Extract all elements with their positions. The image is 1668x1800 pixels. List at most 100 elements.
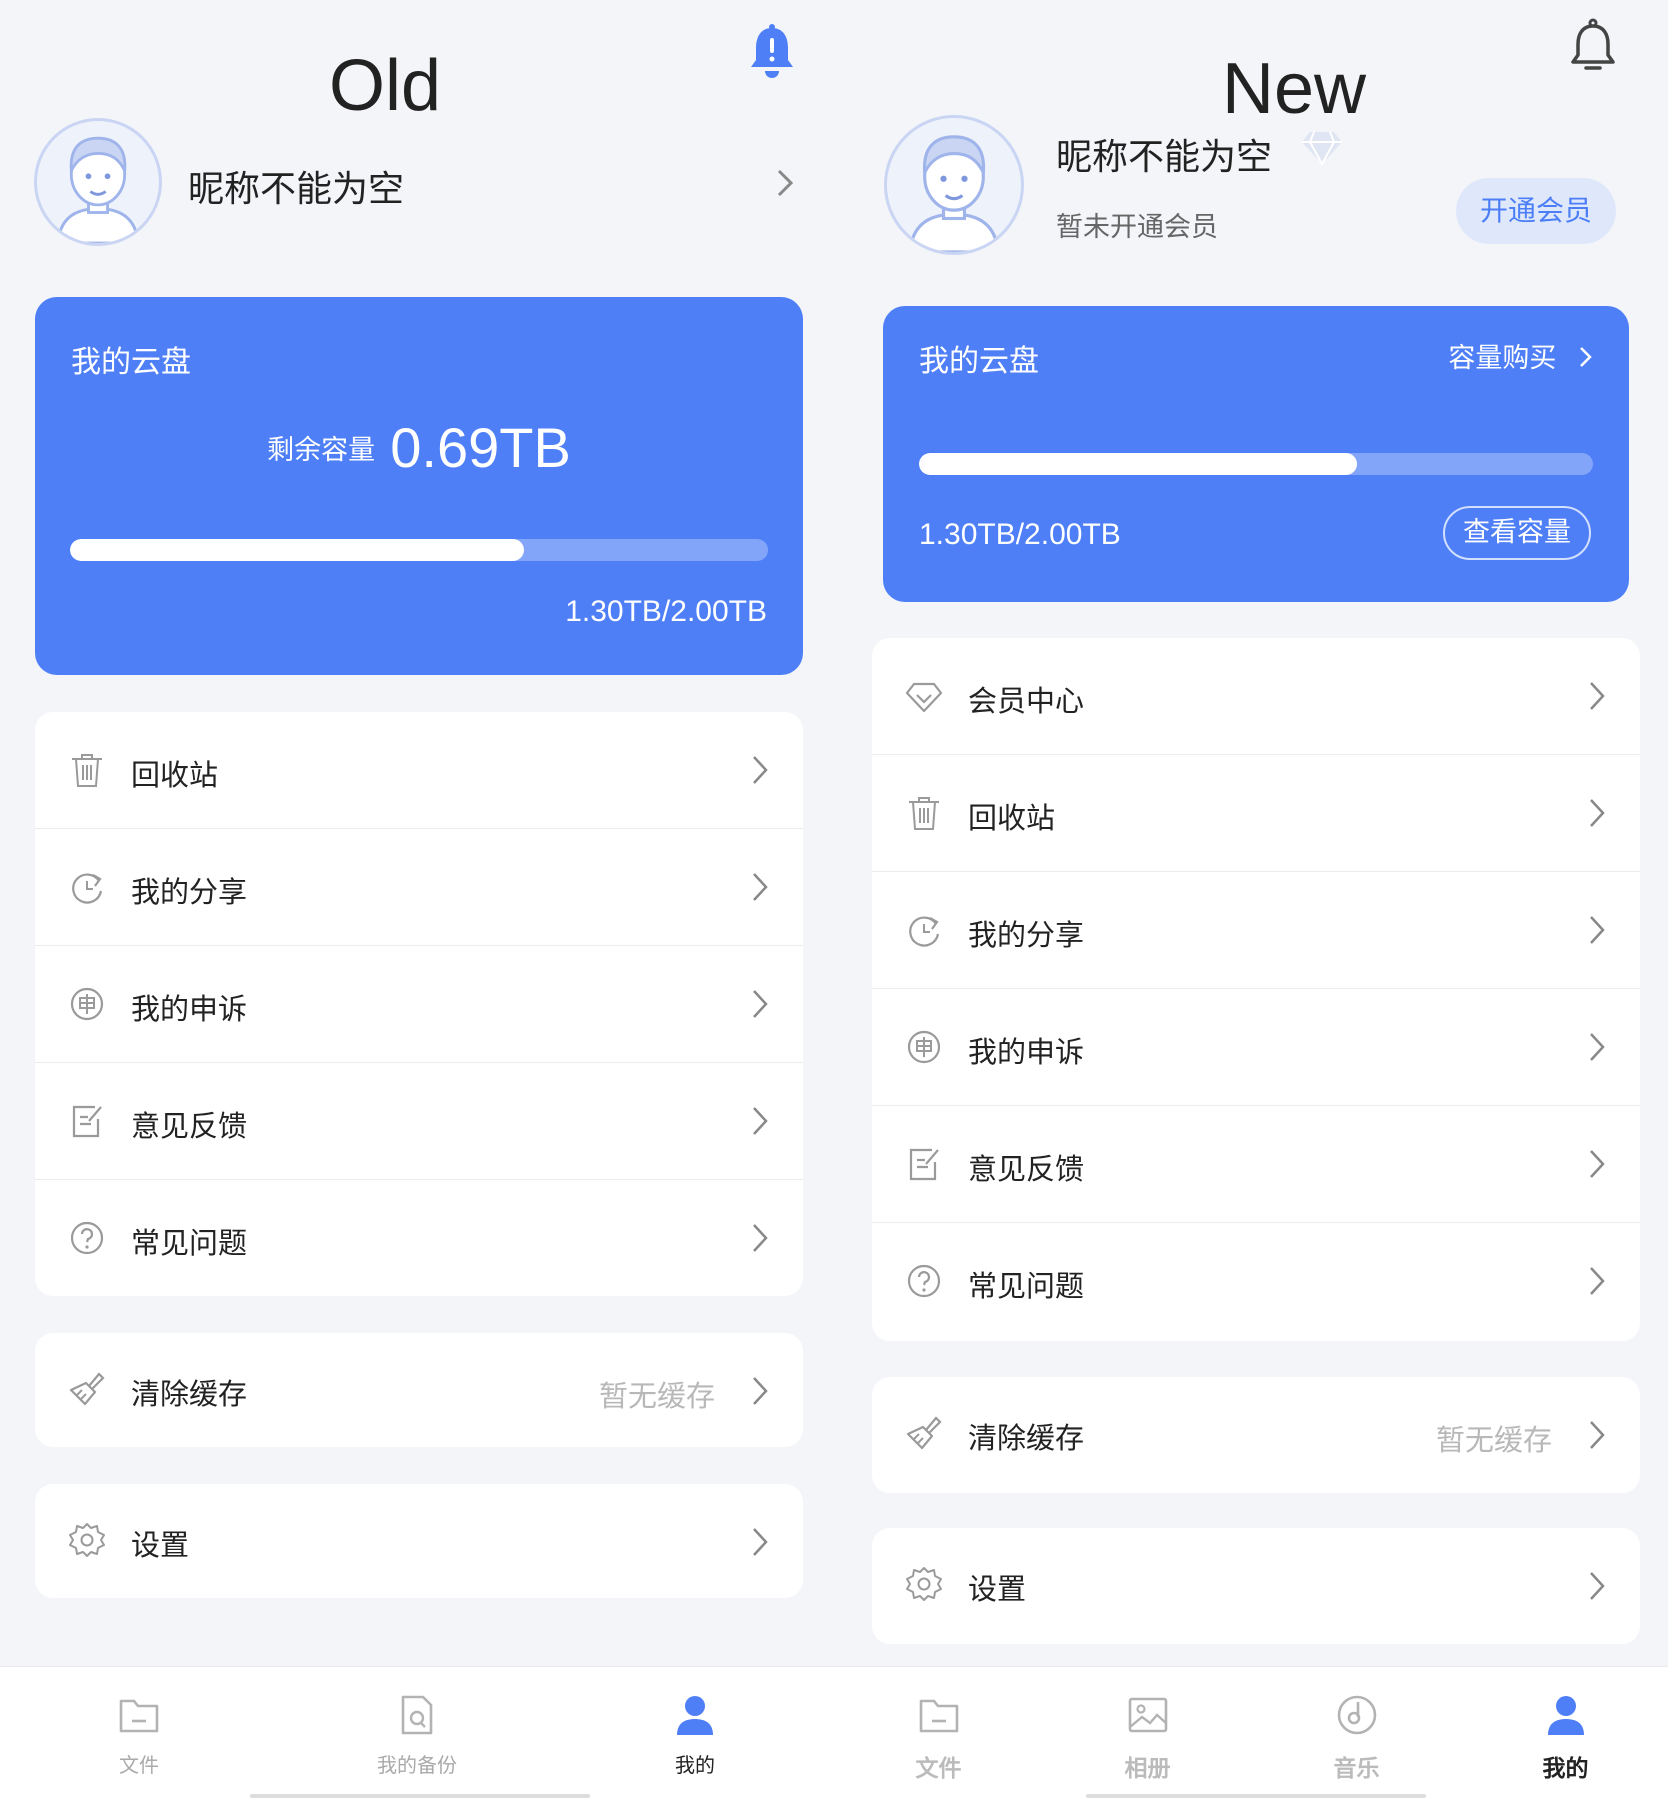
chevron-right-icon xyxy=(753,756,768,784)
menu-item-settings[interactable]: 设置 xyxy=(872,1528,1640,1642)
tab-label: 我的备份 xyxy=(377,1753,457,1777)
buy-capacity-label: 容量购买 xyxy=(1448,343,1557,374)
cloud-disk-card[interactable]: 我的云盘 容量购买 1.30TB/2.00TB 查看容量 xyxy=(883,306,1629,602)
menu-item-clear-cache[interactable]: 清除缓存 暂无缓存 xyxy=(35,1333,803,1447)
storage-usage: 1.30TB/2.00TB xyxy=(565,595,767,628)
tab-music[interactable]: 音乐 xyxy=(1252,1667,1461,1800)
menu-item-clear-cache[interactable]: 清除缓存 暂无缓存 xyxy=(872,1377,1640,1491)
feedback-icon xyxy=(67,1101,107,1141)
menu-item-settings[interactable]: 设置 xyxy=(35,1484,803,1598)
chevron-right-icon xyxy=(1590,1033,1605,1061)
storage-progress-fill xyxy=(70,539,524,561)
menu-item-label: 设置 xyxy=(131,1528,190,1562)
menu-item-label: 清除缓存 xyxy=(131,1377,248,1411)
tab-backup[interactable]: 我的备份 xyxy=(278,1667,556,1800)
settings-section: 设置 xyxy=(872,1528,1640,1644)
gear-icon xyxy=(67,1520,107,1560)
menu-item[interactable]: 意见反馈 xyxy=(872,1106,1640,1223)
menu-item[interactable]: 常见问题 xyxy=(35,1180,803,1297)
menu-item[interactable]: 我的分享 xyxy=(872,872,1640,989)
chevron-right-icon xyxy=(1590,1421,1605,1449)
tab-label: 我的 xyxy=(675,1753,715,1777)
panel-title: New xyxy=(1221,49,1367,129)
panel-title: Old xyxy=(328,46,442,126)
tab-person[interactable]: 我的 xyxy=(1461,1667,1668,1800)
menu-item[interactable]: 我的申诉 xyxy=(35,946,803,1063)
chevron-right-icon xyxy=(1590,1572,1605,1600)
menu-item-label: 常见问题 xyxy=(968,1269,1085,1303)
menu-item-label: 回收站 xyxy=(968,801,1056,835)
diamond-icon xyxy=(1302,131,1342,167)
menu-item[interactable]: 意见反馈 xyxy=(35,1063,803,1180)
gear-icon xyxy=(904,1564,944,1604)
tab-folder[interactable]: 文件 xyxy=(834,1667,1043,1800)
cache-status: 暂无缓存 xyxy=(1435,1423,1552,1457)
menu-item-label: 设置 xyxy=(968,1572,1027,1606)
clear-cache-section: 清除缓存 暂无缓存 xyxy=(872,1377,1640,1493)
chevron-right-icon xyxy=(1590,916,1605,944)
remaining-label: 剩余容量 xyxy=(267,435,376,466)
menu-item[interactable]: 会员中心 xyxy=(872,638,1640,755)
chevron-right-icon xyxy=(753,990,768,1018)
menu-item[interactable]: 回收站 xyxy=(35,712,803,829)
tab-person[interactable]: 我的 xyxy=(556,1667,834,1800)
bell-icon[interactable] xyxy=(1568,18,1618,74)
chevron-right-icon xyxy=(753,873,768,901)
menu-item[interactable]: 回收站 xyxy=(872,755,1640,872)
view-capacity-button[interactable]: 查看容量 xyxy=(1443,506,1591,560)
appeal-icon xyxy=(67,984,107,1024)
member-status: 暂未开通会员 xyxy=(1056,212,1218,243)
old-panel: Old 昵称不能为空 我的云盘 剩余容量 0.69TB 1.30TB/2.00T xyxy=(0,0,834,1800)
tab-label: 相册 xyxy=(1124,1756,1171,1782)
card-title: 我的云盘 xyxy=(71,345,191,380)
chevron-right-icon xyxy=(1590,1150,1605,1178)
menu-item-label: 意见反馈 xyxy=(131,1109,248,1143)
menu-item[interactable]: 我的申诉 xyxy=(872,989,1640,1106)
menu-item[interactable]: 常见问题 xyxy=(872,1223,1640,1340)
bell-icon[interactable] xyxy=(747,22,797,82)
nickname[interactable]: 昵称不能为空 xyxy=(188,160,404,212)
chevron-right-icon xyxy=(753,1377,768,1405)
tab-photo[interactable]: 相册 xyxy=(1043,1667,1252,1800)
tab-label: 音乐 xyxy=(1333,1756,1380,1782)
music-icon xyxy=(1335,1693,1379,1737)
chevron-right-icon xyxy=(1590,799,1605,827)
cloud-disk-card[interactable]: 我的云盘 剩余容量 0.69TB 1.30TB/2.00TB xyxy=(35,297,803,675)
menu-item-label: 我的分享 xyxy=(131,875,248,909)
menu-item-label: 意见反馈 xyxy=(968,1152,1085,1186)
menu-item[interactable]: 我的分享 xyxy=(35,829,803,946)
avatar[interactable] xyxy=(34,118,162,246)
broom-icon xyxy=(904,1413,944,1453)
storage-progress-bar xyxy=(919,453,1593,475)
chevron-right-icon xyxy=(1580,347,1592,367)
help-icon xyxy=(904,1261,944,1301)
broom-icon xyxy=(67,1369,107,1409)
trash-icon xyxy=(904,793,944,833)
storage-progress-fill xyxy=(919,453,1358,475)
menu-item-label: 会员中心 xyxy=(968,684,1085,718)
chevron-right-icon xyxy=(1590,682,1605,710)
menu-item-label: 回收站 xyxy=(131,758,219,792)
share-icon xyxy=(904,910,944,950)
person-icon xyxy=(673,1693,717,1737)
open-member-button[interactable]: 开通会员 xyxy=(1456,178,1616,244)
storage-usage: 1.30TB/2.00TB xyxy=(919,518,1121,551)
feedback-icon xyxy=(904,1144,944,1184)
buy-capacity-link[interactable]: 容量购买 xyxy=(1448,336,1593,375)
bottom-tab-bar: 文件 相册 音乐 我的 xyxy=(834,1666,1668,1800)
remaining-value: 0.69TB xyxy=(390,416,571,479)
chevron-right-icon[interactable] xyxy=(773,165,797,201)
avatar[interactable] xyxy=(884,115,1024,255)
menu-list: 会员中心回收站我的分享 我的申诉意见反馈常见问题 xyxy=(872,638,1640,1341)
cache-status: 暂无缓存 xyxy=(598,1379,715,1413)
settings-section: 设置 xyxy=(35,1484,803,1598)
tab-folder[interactable]: 文件 xyxy=(0,1667,278,1800)
nickname[interactable]: 昵称不能为空 xyxy=(1056,128,1272,180)
storage-progress-bar xyxy=(70,539,768,561)
appeal-icon xyxy=(904,1027,944,1067)
folder-icon xyxy=(917,1693,961,1737)
home-indicator xyxy=(250,1794,590,1798)
new-panel: New 昵称不能为空 暂未开通会员 开通会员 我的云盘 容量购买 1.30TB/ xyxy=(834,0,1668,1800)
backup-icon xyxy=(395,1693,439,1737)
tab-label: 文件 xyxy=(119,1753,159,1777)
